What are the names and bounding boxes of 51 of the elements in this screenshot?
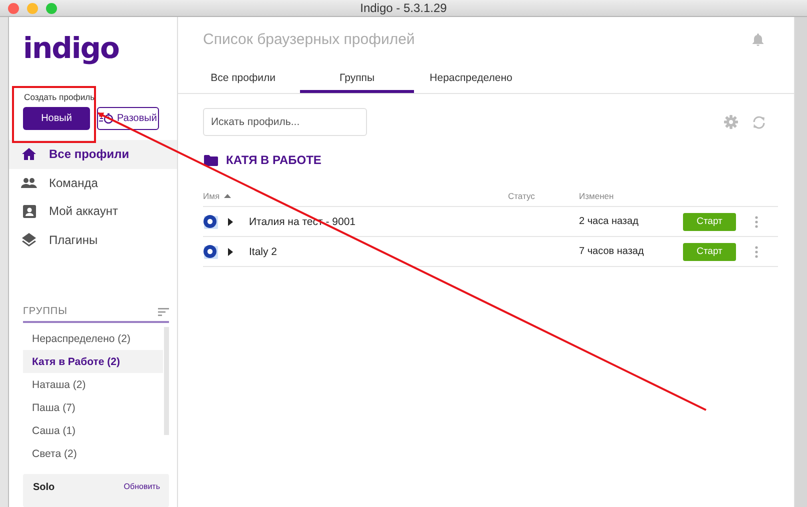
- browser-profile-icon: [203, 244, 218, 259]
- minimize-button[interactable]: [27, 2, 38, 14]
- column-header[interactable]: Имя: [203, 191, 220, 201]
- new-profile-button[interactable]: Новый: [23, 107, 90, 130]
- group-item[interactable]: Света (2): [23, 442, 163, 465]
- search-field[interactable]: Искать профиль...: [203, 108, 367, 136]
- window-title: Indigo - 5.3.1.29: [360, 1, 447, 15]
- modified-time: 7 часов назад: [579, 246, 644, 257]
- tab[interactable]: Нераспределено: [414, 66, 528, 93]
- more-icon[interactable]: [755, 246, 758, 258]
- maximize-button[interactable]: [46, 2, 57, 14]
- upgrade-link[interactable]: Обновить: [124, 482, 160, 491]
- scrollbar[interactable]: [164, 327, 169, 435]
- refresh-icon[interactable]: [752, 116, 766, 128]
- column-header[interactable]: Статус: [508, 191, 535, 201]
- group-item[interactable]: Нераспределено (2): [23, 327, 163, 350]
- modified-time: 2 часа назад: [579, 216, 638, 227]
- app-logo: indigo: [23, 31, 119, 65]
- settings-icon[interactable]: [724, 115, 738, 129]
- sort-ascending-icon: [224, 194, 231, 198]
- tab[interactable]: Группы: [300, 66, 414, 93]
- browser-profile-icon: [203, 214, 218, 229]
- account-icon: [22, 204, 36, 218]
- profile-name: Italy 2: [249, 246, 278, 258]
- create-profile-label: Создать профиль: [24, 92, 95, 102]
- nav-item[interactable]: Команда: [9, 168, 177, 197]
- group-item[interactable]: Саша (1): [23, 419, 163, 442]
- nav-item[interactable]: Все профили: [9, 140, 177, 168]
- plan-name: Solo: [33, 482, 55, 493]
- bell-icon[interactable]: [752, 32, 764, 46]
- column-header[interactable]: Изменен: [579, 191, 614, 201]
- close-button[interactable]: [8, 2, 19, 14]
- group-item[interactable]: Паша (7): [23, 396, 163, 419]
- people-icon: [21, 178, 37, 188]
- stopwatch-icon: [99, 113, 114, 124]
- page-title: Список браузерных профилей: [203, 30, 415, 48]
- groups-heading: ГРУППЫ: [23, 306, 68, 317]
- expand-arrow-icon[interactable]: [228, 218, 233, 226]
- expand-arrow-icon[interactable]: [228, 248, 233, 256]
- sort-icon[interactable]: [158, 308, 169, 316]
- group-item[interactable]: Катя в Работе (2): [23, 350, 163, 373]
- more-icon[interactable]: [755, 216, 758, 228]
- one-time-profile-button[interactable]: Разовый: [97, 107, 159, 130]
- group-heading: КАТЯ В РАБОТЕ: [226, 153, 322, 167]
- group-item[interactable]: Наташа (2): [23, 373, 163, 396]
- nav-item[interactable]: Мой аккаунт: [9, 197, 177, 226]
- nav-item[interactable]: Плагины: [9, 226, 177, 254]
- tab[interactable]: Все профили: [186, 66, 300, 93]
- home-icon: [22, 148, 36, 160]
- layers-icon: [22, 232, 36, 247]
- folder-icon: [204, 154, 218, 166]
